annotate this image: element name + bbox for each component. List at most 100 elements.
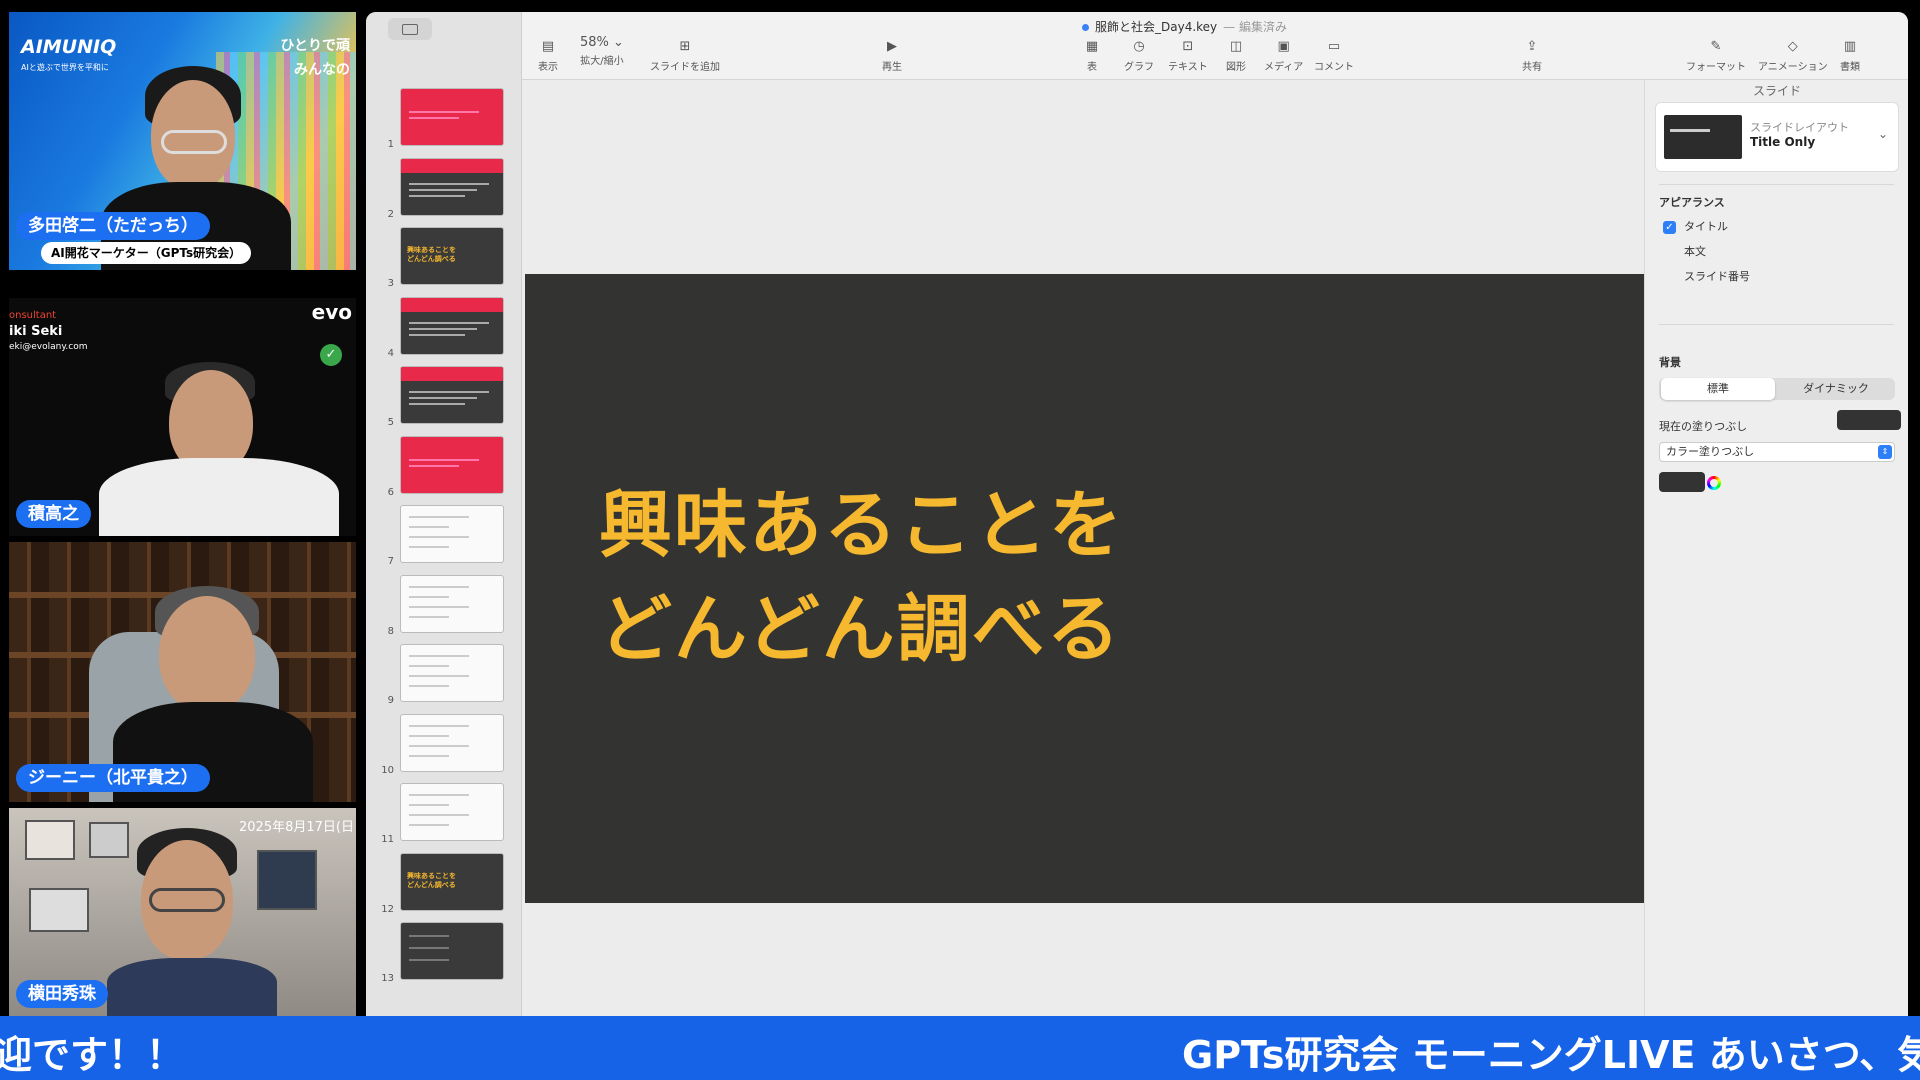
body-checkbox[interactable]	[1663, 246, 1676, 259]
slide-thumbnail-row[interactable]: 6	[366, 435, 522, 498]
slide-thumbnail-row[interactable]: 4	[366, 296, 522, 359]
inspector-tab-slide[interactable]: スライド	[1645, 82, 1908, 99]
slide-navigator: 1 2 3 興味あることを どんどん調べる 4 5 6 7 8 9 10 11 12 興味あることを どん…	[366, 12, 522, 1016]
slide-thumbnail-row[interactable]: 1	[366, 88, 522, 150]
body-checkbox-row[interactable]: 本文	[1663, 243, 1706, 259]
name-tag: ジーニー（北平貴之）	[16, 764, 210, 792]
share-icon: ⇪	[1526, 39, 1538, 54]
slide-thumbnail[interactable]	[400, 922, 504, 980]
shelf-item	[29, 888, 89, 932]
bg-mode-dynamic[interactable]: ダイナミック	[1779, 378, 1893, 400]
slide-title[interactable]: 興味あることを どんどん調べる	[599, 474, 1124, 682]
participant-face	[159, 596, 255, 712]
slide-number: 3	[387, 278, 394, 289]
zoom-value: 58% ⌄	[580, 35, 624, 50]
zoom-button[interactable]: 58% ⌄ 拡大/縮小	[580, 35, 624, 68]
keynote-window: 1 2 3 興味あることを どんどん調べる 4 5 6 7 8 9 10 11 12 興味あることを どん…	[366, 12, 1908, 1016]
bg-mode-standard[interactable]: 標準	[1661, 378, 1775, 400]
slide-thumbnail[interactable]	[400, 713, 504, 772]
participant-video-1: AIMUNIQ AIと遊ぶで世界を平和に ひとりで頑 みんなの 多田啓二（ただっ…	[9, 12, 356, 270]
table-button[interactable]: ▦ 表	[1084, 39, 1100, 74]
name-card-line: eki@evolany.com	[9, 342, 88, 352]
chart-button[interactable]: ◷ グラフ	[1124, 39, 1154, 74]
slide-thumbnail[interactable]	[400, 435, 504, 494]
participant-video-3: ジーニー（北平貴之）	[9, 542, 356, 802]
status-icon: ✓	[320, 344, 342, 366]
glasses	[149, 888, 225, 912]
shelf-item	[89, 822, 129, 858]
fill-type-select[interactable]: カラー塗りつぶし ⇕	[1659, 442, 1895, 462]
name-tag: 積高之	[16, 500, 91, 528]
sidebar-icon: ▤	[541, 39, 555, 54]
toolbar: 服飾と社会_Day4.key — 編集済み ▤ 表示 58% ⌄ 拡大/縮小 ⊞ スライ…	[522, 12, 1908, 80]
share-button[interactable]: ⇪ 共有	[1522, 39, 1542, 74]
slide-thumbnail[interactable]: 興味あることを どんどん調べる	[400, 227, 504, 285]
slide-thumbnail-row[interactable]: 12 興味あることを どんどん調べる	[366, 852, 522, 915]
slide-thumbnail[interactable]	[400, 296, 504, 355]
slide-thumbnail[interactable]	[400, 157, 504, 216]
layout-thumbnail	[1664, 115, 1742, 159]
chart-icon: ◷	[1133, 39, 1145, 54]
sidebar-toggle-button[interactable]	[388, 18, 432, 40]
slide-number: 7	[387, 556, 394, 567]
slide-thumbnail[interactable]: 興味あることを どんどん調べる	[400, 852, 504, 911]
title-checkbox[interactable]: ✓	[1663, 220, 1676, 234]
share-label: 共有	[1522, 62, 1542, 73]
animate-label: アニメーション	[1758, 62, 1828, 73]
slide-number: 2	[387, 208, 394, 220]
play-button[interactable]: ▶ 再生	[882, 40, 902, 74]
slide-thumbnail[interactable]	[400, 783, 504, 841]
slide-thumbnail-row[interactable]: 7	[366, 505, 522, 567]
shape-button[interactable]: ◫ 図形	[1226, 40, 1246, 74]
participant-body	[107, 958, 277, 1016]
slide-number-checkbox-row[interactable]: スライド番号	[1663, 268, 1750, 284]
media-button[interactable]: ▣ メディア	[1264, 40, 1303, 74]
name-tag: 多田啓二（ただっち）	[16, 212, 210, 240]
slide-number-checkbox-label: スライド番号	[1684, 270, 1750, 283]
slide-number: 9	[387, 695, 394, 706]
divider	[1659, 184, 1894, 185]
current-fill-label: 現在の塗りつぶし	[1659, 420, 1748, 433]
comment-button[interactable]: ▭ コメント	[1314, 40, 1354, 74]
name-card-line: onsultant	[9, 310, 57, 321]
slide-thumbnail-row[interactable]: 3 興味あることを どんどん調べる	[366, 227, 522, 289]
current-fill-swatch[interactable]	[1837, 410, 1901, 430]
thumbnail-title: 興味あることを どんどん調べる	[407, 871, 456, 889]
view-button[interactable]: ▤ 表示	[538, 39, 558, 74]
color-well[interactable]	[1659, 472, 1705, 492]
timestamp: 2025年8月17日(日	[239, 820, 354, 835]
title-checkbox-row[interactable]: ✓ タイトル	[1663, 218, 1728, 234]
add-slide-button[interactable]: ⊞ スライドを追加	[650, 40, 720, 74]
slide-thumbnail[interactable]	[400, 88, 504, 146]
slide-thumbnail-row[interactable]: 13	[366, 922, 522, 984]
background-mode-segmented-control[interactable]: 標準 ダイナミック	[1659, 378, 1895, 400]
slide-number-checkbox[interactable]	[1663, 271, 1676, 284]
slide-thumbnail-row[interactable]: 10	[366, 713, 522, 776]
glasses	[161, 130, 227, 154]
format-button[interactable]: ✎ フォーマット	[1686, 40, 1746, 74]
slide-canvas[interactable]: 興味あることを どんどん調べる	[522, 80, 1652, 1016]
current-slide[interactable]: 興味あることを どんどん調べる	[525, 274, 1646, 903]
slide-thumbnail-row[interactable]: 11	[366, 783, 522, 845]
document-button[interactable]: ▥ 書類	[1840, 40, 1860, 74]
slide-thumbnail[interactable]	[400, 644, 504, 702]
animate-button[interactable]: ◇ アニメーション	[1758, 40, 1828, 74]
background-text: ひとりで頑 みんなの	[280, 38, 350, 78]
play-label: 再生	[882, 62, 902, 73]
slide-thumbnail-row[interactable]: 5	[366, 366, 522, 428]
slide-thumbnail[interactable]	[400, 505, 504, 563]
slide-thumbnail[interactable]	[400, 366, 504, 424]
slide-layout-selector[interactable]: スライドレイアウト Title Only ⌄	[1655, 102, 1899, 172]
fill-type-value: カラー塗りつぶし	[1666, 445, 1755, 458]
brand-logo: AIMUNIQ	[21, 36, 117, 58]
table-icon: ▦	[1085, 39, 1099, 54]
slide-thumbnail-row[interactable]: 8	[366, 574, 522, 637]
slide-thumbnail-row[interactable]: 2	[366, 157, 522, 220]
view-label: 表示	[538, 62, 558, 73]
color-wheel-icon[interactable]	[1707, 476, 1721, 490]
stepper-icon: ⇕	[1878, 445, 1892, 459]
name-tag: 横田秀珠	[16, 980, 108, 1008]
text-button[interactable]: ⊡ テキスト	[1168, 40, 1208, 74]
slide-thumbnail-row[interactable]: 9	[366, 644, 522, 706]
slide-thumbnail[interactable]	[400, 574, 504, 633]
